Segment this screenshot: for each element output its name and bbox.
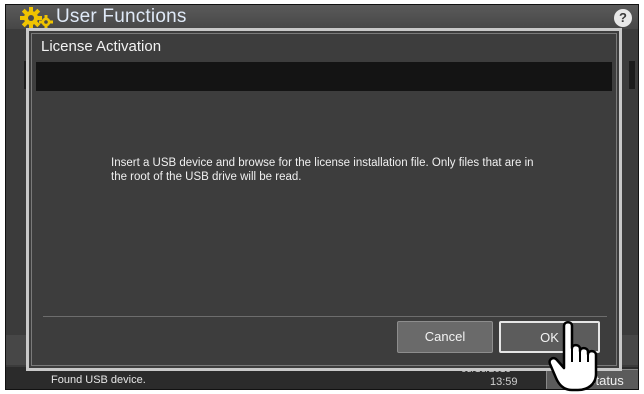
app-title: User Functions — [56, 6, 187, 27]
dialog-message: Insert a USB device and browse for the l… — [111, 157, 534, 183]
gear-icon — [20, 7, 53, 29]
hand-cursor-icon — [548, 321, 598, 392]
dialog-header-bar — [36, 62, 612, 91]
status-time: 13:59 — [490, 376, 518, 388]
help-icon[interactable]: ? — [614, 9, 632, 27]
dialog-divider — [43, 316, 607, 317]
title-bar: User Functions ? — [6, 5, 638, 29]
license-activation-dialog: License Activation Insert a USB device a… — [26, 28, 622, 371]
cancel-button[interactable]: Cancel — [397, 321, 493, 353]
status-message: Found USB device. — [51, 374, 146, 386]
dialog-title: License Activation — [41, 38, 162, 55]
background-panel-edge — [629, 61, 635, 89]
